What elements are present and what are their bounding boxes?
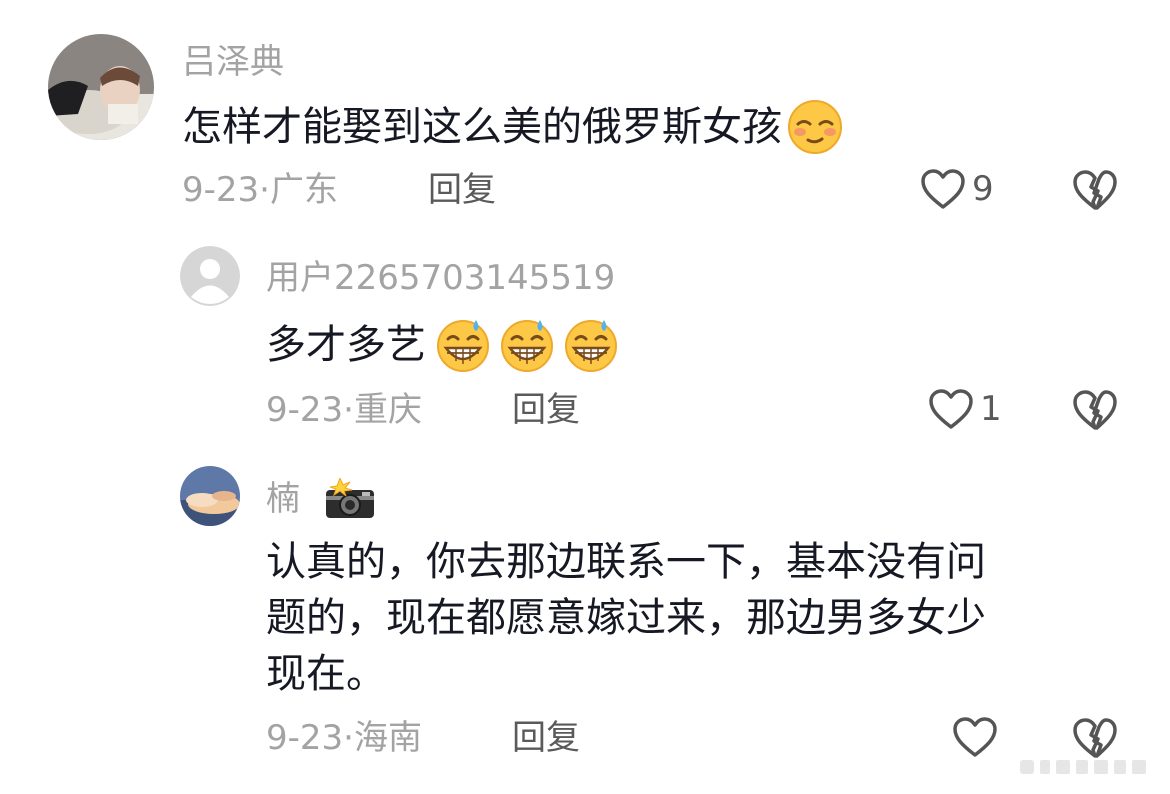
comment-text-line: 题的，现在都愿意嫁过来，那边男多女少 xyxy=(266,595,986,641)
comment-username[interactable]: 楠 xyxy=(266,479,300,519)
broken-heart-icon xyxy=(1072,716,1118,760)
reply-button[interactable]: 回复 xyxy=(512,718,580,758)
dislike-button[interactable] xyxy=(1072,168,1118,212)
avatar[interactable] xyxy=(180,246,240,306)
watermark xyxy=(1020,756,1150,778)
comment-date-location: 9-23·广东 xyxy=(182,170,338,210)
avatar[interactable] xyxy=(180,466,240,526)
reply-button[interactable]: 回复 xyxy=(428,170,496,210)
comment-text: 怎样才能娶到这么美的俄罗斯女孩 xyxy=(182,104,782,150)
like-count: 9 xyxy=(972,169,994,209)
comment-content: 多才多艺 xyxy=(266,316,620,374)
broken-heart-icon xyxy=(1072,168,1118,212)
comment-text: 认真的，你去那边联系一下，基本没有问 题的，现在都愿意嫁过来，那边男多女少 现在… xyxy=(266,534,1126,702)
smug-face-emoji xyxy=(786,98,844,156)
heart-icon xyxy=(920,168,966,210)
comment-date-location: 9-23·海南 xyxy=(266,718,422,758)
comment-date-location: 9-23·重庆 xyxy=(266,390,422,430)
like-button[interactable]: 9 xyxy=(920,168,994,210)
camera-flash-icon xyxy=(324,478,376,520)
grinning-sweat-emoji xyxy=(434,316,492,374)
heart-icon xyxy=(928,388,974,430)
heart-icon xyxy=(952,716,998,758)
broken-heart-icon xyxy=(1072,388,1118,432)
avatar[interactable] xyxy=(48,34,154,140)
comment-text: 多才多艺 xyxy=(266,322,426,368)
comment-username[interactable]: 用户2265703145519 xyxy=(266,258,615,298)
dislike-button[interactable] xyxy=(1072,388,1118,432)
comment-text-line: 认真的，你去那边联系一下，基本没有问 xyxy=(266,539,986,585)
like-button[interactable]: 1 xyxy=(928,388,1002,430)
like-button[interactable] xyxy=(952,716,998,758)
comment-text-line: 现在。 xyxy=(266,651,386,697)
like-count: 1 xyxy=(980,389,1002,429)
grinning-sweat-emoji xyxy=(562,316,620,374)
grinning-sweat-emoji xyxy=(498,316,556,374)
comment-username-row: 楠 xyxy=(266,478,376,520)
comment-username[interactable]: 吕泽典 xyxy=(182,42,284,82)
comment-content: 怎样才能娶到这么美的俄罗斯女孩 xyxy=(182,98,844,156)
dislike-button[interactable] xyxy=(1072,716,1118,760)
reply-button[interactable]: 回复 xyxy=(512,390,580,430)
